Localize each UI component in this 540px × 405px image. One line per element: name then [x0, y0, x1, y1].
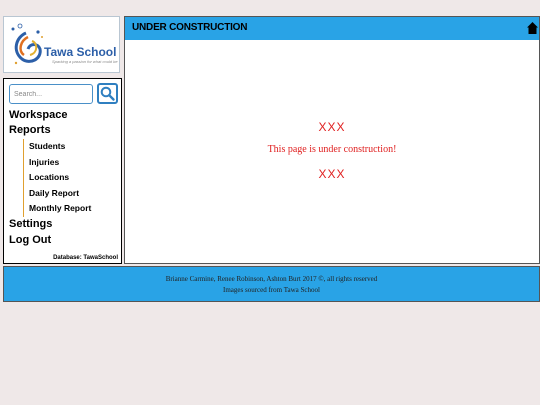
nav-reports[interactable]: Reports	[9, 124, 51, 136]
logo-swirl-icon	[11, 23, 43, 65]
main-content: UNDER CONSTRUCTION XXX This page is unde…	[124, 16, 540, 264]
footer-image-credit: Images sourced from Tawa School	[223, 286, 320, 294]
nav-report-injuries[interactable]: Injuries	[24, 155, 119, 171]
search-input[interactable]	[9, 84, 93, 104]
construction-message: This page is under construction!	[267, 144, 397, 155]
nav-report-daily[interactable]: Daily Report	[24, 186, 119, 202]
home-icon[interactable]	[527, 22, 538, 34]
nav-settings[interactable]: Settings	[9, 218, 52, 230]
construction-marker-bottom: XXX	[318, 167, 346, 181]
construction-marker-top: XXX	[318, 120, 346, 134]
logo-school-name: Tawa School	[44, 45, 117, 59]
nav-report-students[interactable]: Students	[24, 139, 119, 155]
nav-report-locations[interactable]: Locations	[24, 170, 119, 186]
search-button[interactable]	[97, 83, 118, 104]
nav-report-monthly[interactable]: Monthly Report	[24, 201, 119, 217]
content-header: UNDER CONSTRUCTION	[125, 17, 539, 40]
search-icon	[100, 86, 115, 101]
school-logo: Tawa School Sparking a passion for what …	[3, 16, 120, 73]
nav-logout[interactable]: Log Out	[9, 234, 51, 246]
page-title: UNDER CONSTRUCTION	[132, 22, 248, 33]
footer: Brianne Carmine, Renee Robinson, Ashton …	[3, 266, 540, 302]
nav-workspace[interactable]: Workspace	[9, 109, 68, 121]
database-label: Database: TawaSchool	[53, 255, 118, 261]
footer-copyright: Brianne Carmine, Renee Robinson, Ashton …	[165, 275, 378, 283]
logo-tagline: Sparking a passion for what could be	[52, 59, 118, 64]
reports-submenu: Students Injuries Locations Daily Report…	[23, 139, 119, 217]
sidebar: Workspace Reports Students Injuries Loca…	[3, 78, 122, 264]
